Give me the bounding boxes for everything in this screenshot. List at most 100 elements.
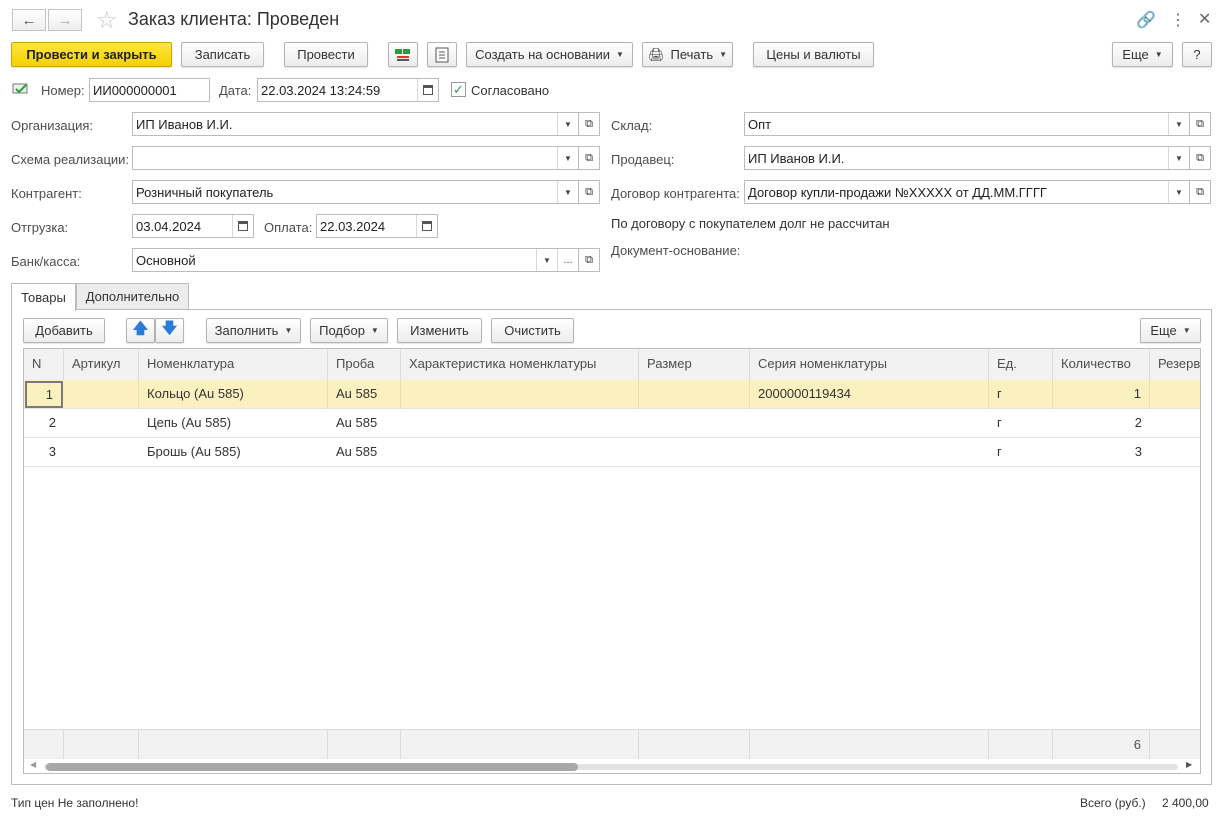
open-seller-button[interactable]: ⧉ <box>1190 146 1211 170</box>
add-row-button[interactable]: Добавить <box>23 318 105 343</box>
footer-cell <box>401 730 639 760</box>
col-nomenclature-header[interactable]: Номенклатура <box>139 349 328 380</box>
move-up-button[interactable]: 🡅 <box>126 318 155 343</box>
number-label: Номер: <box>41 83 85 98</box>
cell-series <box>750 438 989 467</box>
table-row[interactable]: 2 Цепь (Au 585) Au 585 г 2 <box>24 409 1200 438</box>
create-based-button[interactable]: Создать на основании ▼ <box>466 42 633 67</box>
col-reserve-header[interactable]: Резерв <box>1150 349 1200 380</box>
cell-characteristic <box>401 380 639 409</box>
scroll-left-icon[interactable]: ◀ <box>30 760 36 769</box>
date-field[interactable]: 22.03.2024 13:24:59 <box>257 78 439 102</box>
dropdown-chevron-icon[interactable]: ▼ <box>557 181 578 203</box>
close-icon[interactable]: ✕ <box>1198 9 1211 29</box>
open-organization-button[interactable]: ⧉ <box>579 112 600 136</box>
forward-button[interactable]: → <box>48 9 82 31</box>
contract-field[interactable]: Договор купли-продажи №XXXXX от ДД.ММ.ГГ… <box>744 180 1190 204</box>
col-unit-header[interactable]: Ед. <box>989 349 1053 380</box>
calendar-icon[interactable] <box>416 215 437 237</box>
date-label: Дата: <box>219 83 252 98</box>
save-button[interactable]: Записать <box>181 42 264 67</box>
calendar-icon[interactable] <box>232 215 253 237</box>
structure-button[interactable] <box>427 42 457 67</box>
prices-currencies-button[interactable]: Цены и валюты <box>753 42 874 67</box>
arrow-up-icon: 🡅 <box>132 320 149 337</box>
more-vertical-icon[interactable]: ⋮ <box>1170 10 1186 30</box>
shipment-date-field[interactable]: 03.04.2024 <box>132 214 254 238</box>
open-window-icon: ⧉ <box>585 117 593 130</box>
agreed-checkbox[interactable]: ✓ <box>451 82 466 97</box>
goods-table[interactable]: N Артикул Номенклатура Проба Характерист… <box>23 348 1201 774</box>
shipment-date-value: 03.04.2024 <box>136 218 202 234</box>
cell-nomenclature: Кольцо (Au 585) <box>139 380 328 409</box>
post-and-close-button[interactable]: Провести и закрыть <box>11 42 172 67</box>
dropdown-chevron-icon[interactable]: ▼ <box>1168 181 1189 203</box>
chevron-down-icon: ▼ <box>615 50 624 59</box>
open-sales-scheme-button[interactable]: ⧉ <box>579 146 600 170</box>
col-characteristic-header[interactable]: Характеристика номенклатуры <box>401 349 639 380</box>
col-quantity-header[interactable]: Количество <box>1053 349 1150 380</box>
dropdown-chevron-icon[interactable]: ▼ <box>1168 113 1189 135</box>
warehouse-field[interactable]: Опт ▼ <box>744 112 1190 136</box>
counterparty-field[interactable]: Розничный покупатель ▼ <box>132 180 579 204</box>
scroll-right-icon[interactable]: ▶ <box>1186 760 1192 769</box>
organization-field[interactable]: ИП Иванов И.И. ▼ <box>132 112 579 136</box>
clear-button[interactable]: Очистить <box>491 318 574 343</box>
payment-date-field[interactable]: 22.03.2024 <box>316 214 438 238</box>
cell-characteristic <box>401 409 639 438</box>
chevron-down-icon: ▼ <box>370 326 379 335</box>
total-label: Всего (руб.) <box>1080 796 1146 810</box>
col-n-header[interactable]: N <box>24 349 64 380</box>
cell-article <box>64 438 139 467</box>
tab-additional-label: Дополнительно <box>85 289 180 304</box>
back-button[interactable]: ← <box>12 9 46 31</box>
dropdown-chevron-icon[interactable]: ▼ <box>1168 147 1189 169</box>
dropdown-chevron-icon[interactable]: ▼ <box>557 113 578 135</box>
tab-additional[interactable]: Дополнительно <box>76 283 189 310</box>
open-contract-button[interactable]: ⧉ <box>1190 180 1211 204</box>
pick-button[interactable]: Подбор ▼ <box>310 318 388 343</box>
dropdown-chevron-icon[interactable]: ▼ <box>557 147 578 169</box>
horizontal-scrollbar[interactable]: ◀ ▶ <box>24 759 1200 773</box>
table-row[interactable]: 3 Брошь (Au 585) Au 585 г 3 <box>24 438 1200 467</box>
open-window-icon: ⧉ <box>585 185 593 198</box>
col-article-header[interactable]: Артикул <box>64 349 139 380</box>
cell-quantity: 2 <box>1134 415 1142 430</box>
col-series-header[interactable]: Серия номенклатуры <box>750 349 989 380</box>
open-bank-cash-button[interactable]: ⧉ <box>579 248 600 272</box>
scrollbar-thumb[interactable] <box>46 763 578 771</box>
dropdown-chevron-icon[interactable]: ▼ <box>536 249 557 271</box>
fill-button[interactable]: Заполнить ▼ <box>206 318 301 343</box>
edit-button[interactable]: Изменить <box>397 318 482 343</box>
document-structure-icon <box>435 47 449 62</box>
col-size-header[interactable]: Размер <box>639 349 750 380</box>
number-value: ИИ000000001 <box>93 82 177 98</box>
move-down-button[interactable]: 🡇 <box>155 318 184 343</box>
open-warehouse-button[interactable]: ⧉ <box>1190 112 1211 136</box>
table-more-button[interactable]: Еще ▼ <box>1140 318 1201 343</box>
arrow-left-icon: ← <box>21 11 37 29</box>
open-window-icon: ⧉ <box>1196 117 1204 130</box>
bank-cash-field[interactable]: Основной ▼ ... <box>132 248 579 272</box>
cell-characteristic <box>401 438 639 467</box>
table-row[interactable]: 1 Кольцо (Au 585) Au 585 2000000119434 г… <box>24 380 1200 409</box>
sales-scheme-field[interactable]: ▼ <box>132 146 579 170</box>
number-field[interactable]: ИИ000000001 <box>89 78 210 102</box>
price-type-warning: Тип цен Не заполнено! <box>11 796 139 810</box>
favorite-star-icon[interactable]: ☆ <box>96 6 118 35</box>
cell-n: 2 <box>48 415 56 430</box>
dt-kt-button[interactable] <box>388 42 418 67</box>
open-window-icon: ⧉ <box>585 151 593 164</box>
more-button[interactable]: Еще ▼ <box>1112 42 1173 67</box>
calendar-icon[interactable] <box>417 79 438 101</box>
col-assay-header[interactable]: Проба <box>328 349 401 380</box>
select-ellipsis-icon[interactable]: ... <box>557 249 578 271</box>
print-button[interactable]: 🖨 Печать ▼ <box>642 42 733 67</box>
cell-assay: Au 585 <box>336 415 378 430</box>
help-button[interactable]: ? <box>1182 42 1212 67</box>
link-icon[interactable]: 🔗 <box>1136 10 1156 30</box>
tab-goods[interactable]: Товары <box>11 283 76 311</box>
open-counterparty-button[interactable]: ⧉ <box>579 180 600 204</box>
seller-field[interactable]: ИП Иванов И.И. ▼ <box>744 146 1190 170</box>
post-button[interactable]: Провести <box>284 42 368 67</box>
